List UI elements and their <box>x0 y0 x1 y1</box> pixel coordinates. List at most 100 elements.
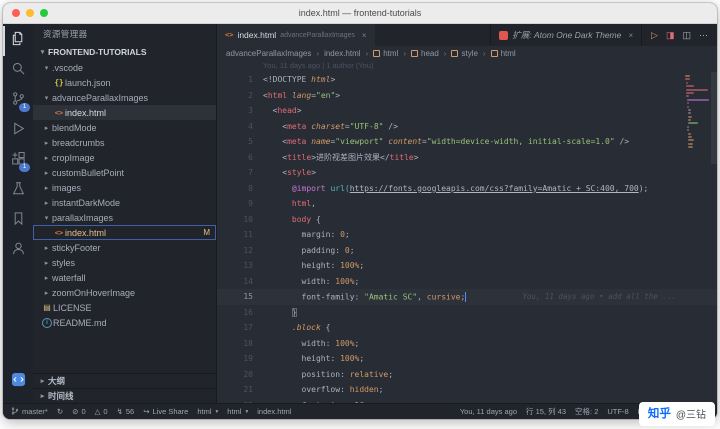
folder-customBulletPoint[interactable]: ▸ customBulletPoint <box>33 165 216 180</box>
tab-extension-atom-one-dark[interactable]: 扩展: Atom One Dark Theme × <box>490 24 643 46</box>
line-content: <meta charset="UTF-8" /> <box>263 121 398 131</box>
scrollbar-slider[interactable] <box>711 72 717 164</box>
activity-test-beaker-button[interactable] <box>3 176 33 206</box>
chevron-right-icon: ▸ <box>40 378 45 385</box>
code-editor[interactable]: 1 <!DOCTYPE html> 2 <html lang="en"> 3 <head… <box>217 72 717 403</box>
folder-zoomOnHoverImage[interactable]: ▸ zoomOnHoverImage <box>33 285 216 300</box>
folder-waterfall[interactable]: ▸ waterfall <box>33 270 216 285</box>
close-tab-icon[interactable]: × <box>362 31 367 40</box>
status-metric[interactable]: ↯ 56 <box>117 407 135 416</box>
status-lang-tag-1[interactable]: html ▾ <box>197 407 218 416</box>
folder-breadcrumbs[interactable]: ▸ breadcrumbs <box>33 135 216 150</box>
minimize-window-button[interactable] <box>26 9 34 17</box>
line-content: overflow: hidden; <box>263 385 384 395</box>
code-line-12: 12 padding: 0; <box>217 243 717 259</box>
folder-images[interactable]: ▸ images <box>33 180 216 195</box>
line-number: 12 <box>243 245 253 255</box>
chevron-right-icon: ▸ <box>44 139 49 147</box>
codelens-annotation[interactable]: You, 11 days ago | 1 author (You) <box>217 60 717 72</box>
activity-search-button[interactable] <box>3 56 33 86</box>
section-label: 时间线 <box>48 391 74 401</box>
activity-source-control-button[interactable]: 1 <box>3 86 33 116</box>
folder-advanceParallaxImages[interactable]: ▾ advanceParallaxImages <box>33 90 216 105</box>
breadcrumb-item-html[interactable]: html <box>490 49 516 58</box>
line-content: font-family: "Amatic SC", cursive; You, 1… <box>263 291 676 302</box>
warning-icon: △ <box>94 407 101 416</box>
activity-remote-button[interactable] <box>3 367 33 397</box>
folder-blendMode[interactable]: ▸ blendMode <box>33 120 216 135</box>
tree-item-label: waterfall <box>52 272 86 283</box>
breadcrumb-item-advanceParallaxImages[interactable]: advanceParallaxImages <box>226 49 311 58</box>
status-label: master* <box>22 407 48 416</box>
file-index.html[interactable]: <> index.html M <box>33 225 216 240</box>
minimap[interactable] <box>685 75 709 150</box>
tree-item-label: cropImage <box>52 152 95 163</box>
code-line-19: 19 height: 100%; <box>217 351 717 367</box>
zoom-window-button[interactable] <box>40 9 48 17</box>
status-errors[interactable]: ⊘ 0 <box>72 407 85 416</box>
status-indentation[interactable]: 空格: 2 <box>575 406 598 417</box>
activity-run-debug-button[interactable] <box>3 116 33 146</box>
line-number: 20 <box>243 369 253 379</box>
status-lang-tag-2[interactable]: html ▾ <box>227 407 248 416</box>
activity-account-button[interactable] <box>3 236 33 266</box>
activity-extensions-button[interactable]: 1 <box>3 146 33 176</box>
minimap-line <box>685 75 690 77</box>
status-blame[interactable]: You, 11 days ago <box>460 407 517 416</box>
status-encoding[interactable]: UTF-8 <box>607 407 628 416</box>
close-window-button[interactable] <box>12 9 20 17</box>
tab-index-html[interactable]: <> index.html advanceParallaxImages × <box>217 24 375 46</box>
status-file-tag[interactable]: index.html <box>257 407 291 416</box>
sidebar-section-大纲[interactable]: ▸ 大纲 <box>33 373 216 388</box>
line-content: height: 100%; <box>263 261 365 271</box>
breadcrumb: advanceParallaxImages › index.html › html › he… <box>217 46 717 60</box>
zhihu-watermark: 知乎 @三钻 <box>638 402 715 426</box>
tree-item-label: README.md <box>53 317 107 328</box>
breadcrumb-item-style[interactable]: style <box>451 49 478 58</box>
open-preview-icon[interactable]: ◨ <box>666 30 675 41</box>
tab-bar-spacer <box>375 24 491 46</box>
run-icon[interactable]: ▷ <box>651 30 658 41</box>
file-LICENSE[interactable]: ▤ LICENSE <box>33 300 216 315</box>
line-content: position: relative; <box>263 369 394 379</box>
status-git-branch[interactable]: master* <box>11 406 48 418</box>
code-line-21: 21 overflow: hidden; <box>217 382 717 398</box>
editor-scrollbar[interactable] <box>711 72 717 403</box>
breadcrumb-item-head[interactable]: head <box>411 49 439 58</box>
code-line-9: 9 html, <box>217 196 717 212</box>
folder-instantDarkMode[interactable]: ▸ instantDarkMode <box>33 195 216 210</box>
split-editor-icon[interactable]: ◫ <box>682 30 691 41</box>
breadcrumb-item-html[interactable]: html <box>373 49 398 58</box>
more-actions-icon[interactable]: ⋯ <box>699 30 708 41</box>
folder-stickyFooter[interactable]: ▸ stickyFooter <box>33 240 216 255</box>
minimap-line <box>686 85 694 88</box>
file-README.md[interactable]: i README.md <box>33 315 216 330</box>
breadcrumb-separator: › <box>443 48 447 58</box>
sidebar-section-时间线[interactable]: ▸ 时间线 <box>33 388 216 403</box>
file-launch.json[interactable]: {} launch.json <box>33 75 216 90</box>
folder-styles[interactable]: ▸ styles <box>33 255 216 270</box>
minimap-line <box>687 119 692 122</box>
chevron-right-icon: ▸ <box>40 393 45 400</box>
file-index.html[interactable]: <> index.html <box>33 105 216 120</box>
close-tab-icon[interactable]: × <box>628 31 633 40</box>
status-cursor-position[interactable]: 行 15, 列 43 <box>526 406 566 417</box>
status-warnings[interactable]: △ 0 <box>95 407 108 416</box>
project-section-header[interactable]: ▾ FRONTEND-TUTORIALS <box>33 44 216 60</box>
breadcrumb-separator: › <box>403 48 406 58</box>
breadcrumb-item-index.html[interactable]: index.html <box>324 49 360 58</box>
folder-cropImage[interactable]: ▸ cropImage <box>33 150 216 165</box>
minimap-line <box>687 122 699 125</box>
status-live-share[interactable]: ↪ Live Share <box>143 407 188 416</box>
status-bar-left: master* ↻ ⊘ 0 △ 0 ↯ 56 ↪ Live Share html ▾ html ▾ inde… <box>11 406 291 418</box>
activity-bookmark-button[interactable] <box>3 206 33 236</box>
line-content: font-size: 16px; <box>253 401 379 403</box>
status-label: html <box>197 407 212 416</box>
code-line-10: 10 body { <box>217 212 717 228</box>
folder-parallaxImages[interactable]: ▾ parallaxImages <box>33 210 216 225</box>
activity-explorer-button[interactable] <box>3 26 33 56</box>
chevron-down-icon: ▾ <box>245 408 249 415</box>
line-content: <head> <box>263 106 302 116</box>
folder-.vscode[interactable]: ▾ .vscode <box>33 60 216 75</box>
status-sync[interactable]: ↻ <box>57 407 63 416</box>
